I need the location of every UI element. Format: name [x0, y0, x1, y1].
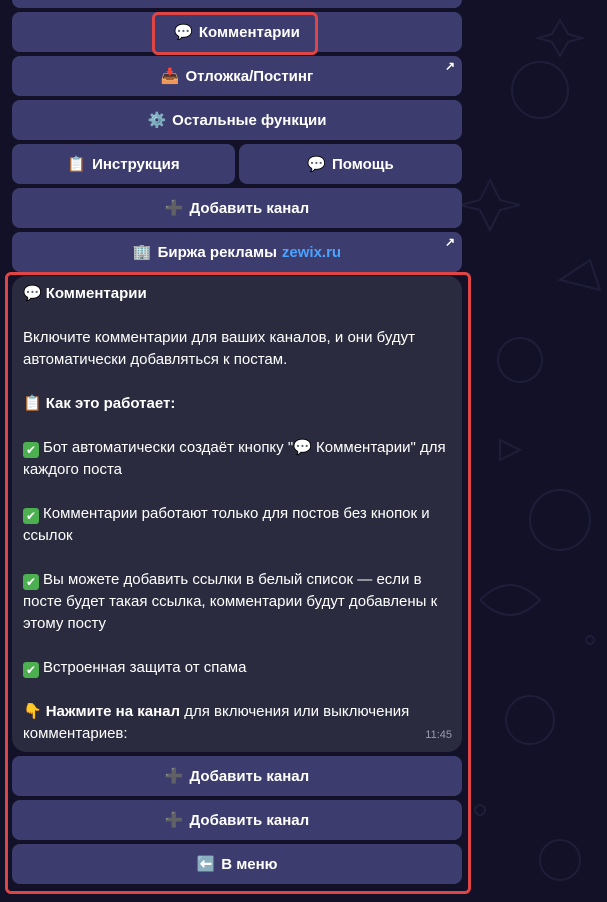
- add-channel-label: Добавить канал: [189, 199, 310, 217]
- add-channel-button[interactable]: ➕ Добавить канал: [12, 188, 462, 228]
- other-functions-label: Остальные функции: [172, 111, 327, 129]
- help-label: Помощь: [332, 155, 394, 173]
- postponed-posting-button[interactable]: 📥 Отложка/Постинг ↗: [12, 56, 462, 96]
- ad-exchange-label: Биржа рекламы: [157, 243, 277, 261]
- gear-icon: ⚙️: [147, 112, 167, 129]
- instruction-label: Инструкция: [92, 155, 180, 173]
- external-link-icon: ↗: [444, 235, 455, 249]
- postponed-posting-label: Отложка/Постинг: [185, 67, 314, 85]
- clipboard-icon: 📋: [67, 156, 87, 173]
- ad-exchange-button[interactable]: 🏢 Биржа рекламы zewix.ru ↗: [12, 232, 462, 272]
- comments-button-highlight: [152, 12, 318, 55]
- speech-bubble-icon: 💬: [307, 156, 326, 173]
- external-link-icon: ↗: [444, 59, 455, 73]
- keyboard-button-partial[interactable]: [12, 0, 462, 8]
- other-functions-button[interactable]: ⚙️ Остальные функции: [12, 100, 462, 140]
- plus-icon: ➕: [164, 200, 184, 217]
- office-building-icon: 🏢: [132, 244, 152, 261]
- instruction-button[interactable]: 📋 Инструкция: [12, 144, 235, 184]
- help-button[interactable]: 💬 Помощь: [239, 144, 462, 184]
- inbox-tray-icon: 📥: [160, 68, 180, 85]
- message-highlight: [5, 272, 471, 894]
- ad-exchange-link: zewix.ru: [281, 243, 342, 261]
